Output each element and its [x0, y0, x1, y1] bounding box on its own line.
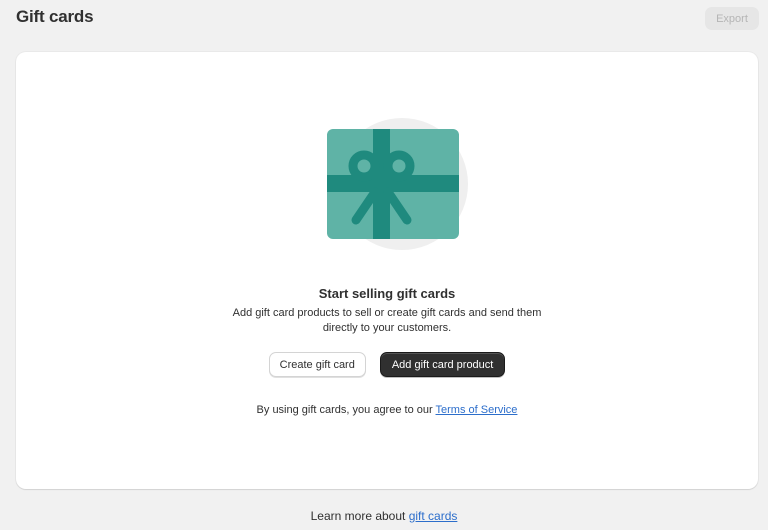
empty-state-title: Start selling gift cards — [318, 286, 456, 301]
terms-notice: By using gift cards, you agree to our Te… — [16, 404, 758, 416]
empty-state-description: Add gift card products to sell or create… — [232, 307, 542, 334]
add-gift-card-product-button[interactable]: Add gift card product — [379, 352, 506, 377]
learn-more-text: Learn more about — [310, 509, 409, 523]
empty-state-card: Start selling gift cards Add gift card p… — [16, 52, 758, 489]
gift-cards-help-link[interactable]: gift cards — [409, 509, 458, 523]
create-gift-card-button[interactable]: Create gift card — [268, 352, 366, 377]
page-title: Gift cards — [16, 7, 94, 26]
terms-text: By using gift cards, you agree to our — [256, 404, 436, 416]
empty-state-actions: Create gift card Add gift card product — [16, 352, 758, 377]
export-button[interactable]: Export — [705, 7, 759, 30]
terms-of-service-link[interactable]: Terms of Service — [436, 404, 518, 416]
learn-more-footer: Learn more about gift cards — [0, 509, 768, 523]
gift-card-icon — [327, 118, 468, 250]
